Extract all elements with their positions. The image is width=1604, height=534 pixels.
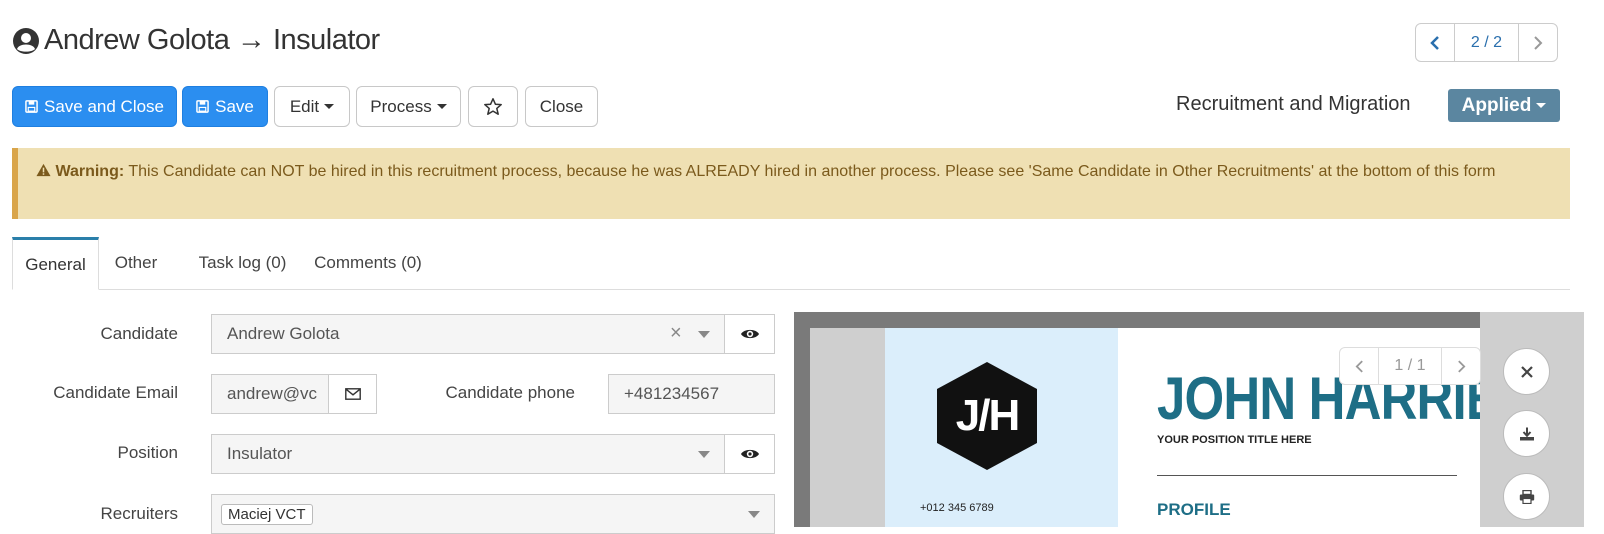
cv-section-heading: PROFILE	[1157, 500, 1231, 519]
recruiters-select[interactable]: Maciej VCT	[211, 494, 775, 534]
warning-triangle-icon	[36, 163, 51, 177]
eye-icon	[740, 329, 759, 339]
candidate-phone-value: +481234567	[624, 384, 720, 403]
close-icon	[1520, 365, 1533, 378]
candidate-value: Andrew Golota	[227, 324, 340, 343]
candidate-label: Candidate	[100, 324, 178, 343]
print-icon	[1519, 489, 1534, 504]
tab-bar: General Other Task log (0) Comments (0)	[12, 237, 1570, 290]
process-name: Recruitment and Migration	[1176, 93, 1411, 115]
eye-icon	[740, 449, 759, 459]
position-label: Position	[117, 443, 178, 462]
chevron-right-icon	[1534, 35, 1543, 50]
send-email-button[interactable]	[328, 374, 377, 414]
document-pager-counter: 1 / 1	[1394, 357, 1426, 374]
view-candidate-button[interactable]	[724, 314, 775, 354]
warning-text: This Candidate can NOT be hired in this …	[128, 163, 1496, 180]
warning-alert: Warning: This Candidate can NOT be hired…	[12, 148, 1570, 219]
envelope-icon	[344, 388, 361, 400]
chevron-down-icon	[748, 511, 760, 518]
user-circle-icon	[13, 27, 39, 54]
candidate-email-value: andrew@vc	[227, 384, 318, 403]
caret-down-icon	[324, 104, 335, 109]
record-pager-counter: 2 / 2	[1454, 24, 1519, 61]
record-pager: 2 / 2	[1415, 23, 1558, 62]
position-value: Insulator	[227, 444, 293, 463]
view-position-button[interactable]	[724, 434, 775, 474]
download-button[interactable]	[1503, 410, 1550, 457]
chevron-down-icon	[698, 451, 710, 458]
download-icon	[1519, 427, 1534, 440]
page-title-text: Andrew Golota → Insulator	[44, 24, 380, 56]
candidate-phone-label: Candidate phone	[445, 383, 575, 402]
cv-divider	[1157, 475, 1457, 476]
next-page-button[interactable]	[1441, 348, 1480, 384]
position-select[interactable]: Insulator	[211, 434, 725, 474]
print-button[interactable]	[1503, 473, 1550, 520]
chevron-left-icon	[1355, 359, 1363, 373]
document-pager: 1 / 1	[1339, 347, 1481, 385]
tab-task-log[interactable]: Task log (0)	[186, 237, 299, 289]
chevron-left-icon	[1430, 35, 1439, 50]
star-icon	[484, 97, 502, 115]
save-button[interactable]: Save	[182, 86, 268, 127]
candidate-phone-field[interactable]: +481234567	[608, 374, 775, 414]
status-dropdown-button[interactable]: Applied	[1448, 89, 1560, 122]
candidate-email-field[interactable]: andrew@vc	[211, 374, 329, 414]
prev-record-button[interactable]	[1416, 24, 1454, 61]
cv-position: YOUR POSITION TITLE HERE	[1157, 434, 1312, 446]
tab-general[interactable]: General	[12, 237, 99, 290]
close-preview-button[interactable]	[1503, 348, 1550, 395]
prev-page-button[interactable]	[1340, 348, 1379, 384]
chevron-down-icon	[698, 331, 710, 338]
candidate-email-label: Candidate Email	[53, 383, 178, 402]
warning-prefix: Warning:	[55, 163, 125, 180]
chevron-right-icon	[1457, 359, 1465, 373]
tab-comments[interactable]: Comments (0)	[302, 237, 434, 289]
caret-down-icon	[436, 104, 447, 109]
caret-down-icon	[1536, 103, 1547, 108]
next-record-button[interactable]	[1519, 24, 1557, 61]
close-button[interactable]: Close	[525, 86, 598, 127]
favorite-button[interactable]	[468, 86, 518, 127]
floppy-disk-icon	[25, 100, 38, 113]
tab-other[interactable]: Other	[103, 237, 169, 289]
cv-phone: +012 345 6789	[920, 502, 994, 514]
save-and-close-button[interactable]: Save and Close	[12, 86, 177, 127]
floppy-disk-icon	[196, 100, 209, 113]
edit-dropdown-button[interactable]: Edit	[274, 86, 350, 127]
page-title: Andrew Golota → Insulator	[12, 24, 380, 57]
document-preview: J/H +012 345 6789 JOHN HARRIE YOUR POSIT…	[794, 312, 1584, 527]
recruiter-tag[interactable]: Maciej VCT	[221, 503, 313, 525]
recruiters-label: Recruiters	[100, 504, 178, 523]
process-dropdown-button[interactable]: Process	[356, 86, 461, 127]
candidate-select[interactable]: Andrew Golota	[211, 314, 725, 354]
clear-icon[interactable]: ×	[670, 323, 682, 343]
